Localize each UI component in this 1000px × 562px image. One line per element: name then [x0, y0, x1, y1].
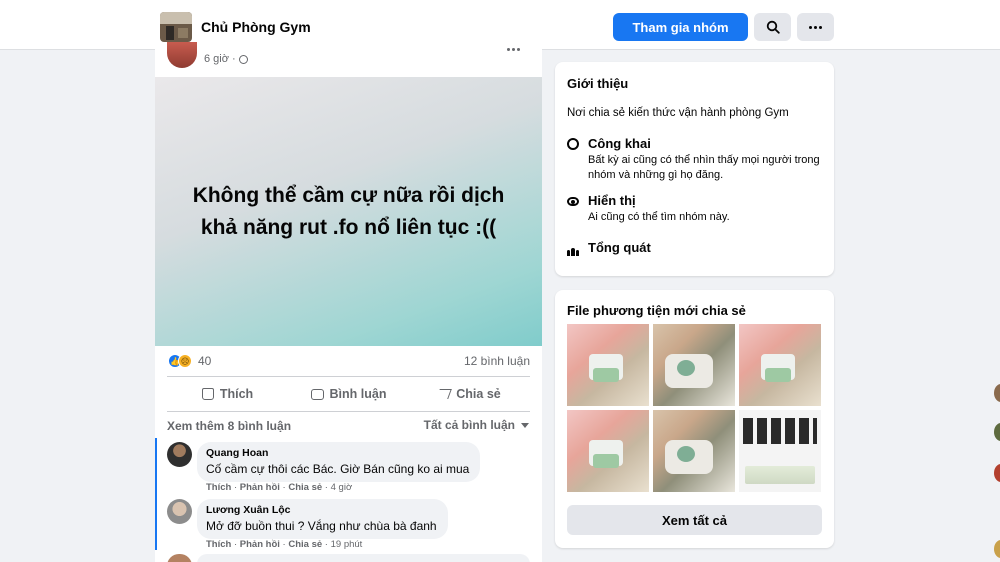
group-name[interactable]: Chủ Phòng Gym	[201, 19, 311, 35]
media-thumbnail[interactable]	[567, 324, 649, 406]
comment-time[interactable]: 4 giờ	[331, 482, 353, 493]
comment-reply-link[interactable]: Phản hồi	[240, 539, 280, 550]
contact-avatar[interactable]	[994, 384, 1000, 402]
visibility-description: Ai cũng có thể tìm nhóm này.	[588, 211, 730, 223]
reaction-count: 40	[198, 354, 212, 368]
comment-bubble: Lương Xuân Lộc Mở đỡ buồn thui ? Vắng nh…	[197, 499, 448, 539]
comment-share-link[interactable]: Chia sẻ	[288, 539, 322, 550]
post-background: Không thể cầm cự nữa rồi dịch khả năng r…	[155, 77, 542, 346]
comment-time[interactable]: 19 phút	[331, 539, 363, 550]
comment-share-link[interactable]: Chia sẻ	[288, 482, 322, 493]
commenter-avatar[interactable]	[167, 499, 192, 524]
comment-reply-link[interactable]: Phản hồi	[240, 482, 280, 493]
recent-media-card: File phương tiện mới chia sẻ Xem tất cả	[555, 290, 834, 548]
commenter-avatar[interactable]	[167, 554, 192, 562]
divider	[167, 376, 530, 377]
comment-count[interactable]: 12 bình luận	[464, 354, 530, 368]
commenter-avatar[interactable]	[167, 442, 192, 467]
eye-icon	[567, 197, 579, 206]
caret-down-icon	[521, 422, 529, 428]
post-actions: Thích Bình luận Chia sẻ	[167, 379, 530, 409]
like-button[interactable]: Thích	[167, 379, 288, 409]
media-title: File phương tiện mới chia sẻ	[567, 303, 746, 318]
search-icon	[766, 20, 780, 34]
comment-button[interactable]: Bình luận	[288, 379, 409, 409]
comment-bubble: Quang Hoan Cố cầm cự thôi các Bác. Giờ B…	[197, 442, 481, 482]
sort-label: Tất cả bình luận	[423, 418, 515, 432]
comment-author[interactable]: Quang Hoan	[206, 447, 469, 459]
thumbs-up-icon	[201, 388, 214, 400]
share-label: Chia sẻ	[456, 387, 501, 401]
divider	[167, 411, 530, 412]
about-title: Giới thiệu	[567, 76, 629, 91]
contact-avatar[interactable]	[994, 423, 1000, 441]
media-thumbnail[interactable]	[739, 324, 821, 406]
about-description: Nơi chia sẻ kiến thức vận hành phòng Gym	[567, 107, 789, 119]
join-group-button[interactable]: Tham gia nhóm	[613, 13, 748, 41]
general-title: Tổng quát	[588, 240, 651, 255]
comment-like-link[interactable]: Thích	[206, 482, 231, 493]
comment-text: Mở đỡ buồn thui ? Vắng như chùa bà đanh	[206, 519, 437, 533]
comment-label: Bình luận	[329, 387, 387, 401]
group-avatar[interactable]	[160, 12, 192, 42]
media-thumbnail[interactable]	[567, 410, 649, 492]
more-options-button[interactable]	[797, 13, 834, 41]
media-thumbnail[interactable]	[653, 324, 735, 406]
contact-avatar[interactable]	[994, 540, 1000, 558]
view-more-comments-link[interactable]: Xem thêm 8 bình luận	[167, 419, 291, 433]
globe-icon	[238, 54, 248, 64]
post-text: Không thể cầm cự nữa rồi dịch khả năng r…	[192, 183, 505, 239]
media-thumbnail[interactable]	[739, 410, 821, 492]
share-button[interactable]: Chia sẻ	[409, 379, 530, 409]
search-button[interactable]	[754, 13, 791, 41]
media-thumbnail[interactable]	[653, 410, 735, 492]
comment-meta: Thích · Phản hồi · Chia sẻ · 19 phút	[206, 539, 363, 550]
reaction-summary[interactable]: 👍 ☹ 40	[168, 354, 211, 368]
see-all-media-button[interactable]: Xem tất cả	[567, 505, 822, 535]
comment-sort-dropdown[interactable]: Tất cả bình luận	[424, 418, 529, 432]
people-icon	[567, 244, 579, 256]
comment-like-link[interactable]: Thích	[206, 539, 231, 550]
comment-bubble	[197, 554, 530, 562]
post-timestamp[interactable]: 6 giờ ·	[204, 53, 248, 65]
like-label: Thích	[219, 387, 254, 401]
post-card: 6 giờ · Không thể cầm cự nữa rồi dịch kh…	[155, 42, 542, 562]
comment-text: Cố cầm cự thôi các Bác. Giờ Bán cũng ko …	[206, 462, 470, 476]
privacy-title: Công khai	[588, 136, 651, 151]
post-author-avatar[interactable]	[167, 42, 197, 68]
post-more-icon[interactable]	[507, 48, 520, 51]
post-time-text: 6 giờ ·	[204, 53, 236, 65]
more-icon	[809, 25, 822, 29]
share-icon	[436, 389, 453, 399]
visibility-title: Hiển thị	[588, 193, 636, 208]
sad-reaction-icon: ☹	[178, 354, 192, 368]
globe-icon	[567, 138, 579, 150]
comment-author[interactable]: Lương Xuân Lộc	[206, 504, 437, 516]
comment-icon	[310, 388, 324, 400]
contact-avatar[interactable]	[994, 464, 1000, 482]
privacy-description: Bất kỳ ai cũng có thể nhìn thấy mọi ngườ…	[588, 154, 820, 181]
comment-thread-line	[155, 438, 157, 550]
about-card: Giới thiệu Nơi chia sẻ kiến thức vận hàn…	[555, 62, 834, 276]
comment-meta: Thích · Phản hồi · Chia sẻ · 4 giờ	[206, 482, 353, 493]
